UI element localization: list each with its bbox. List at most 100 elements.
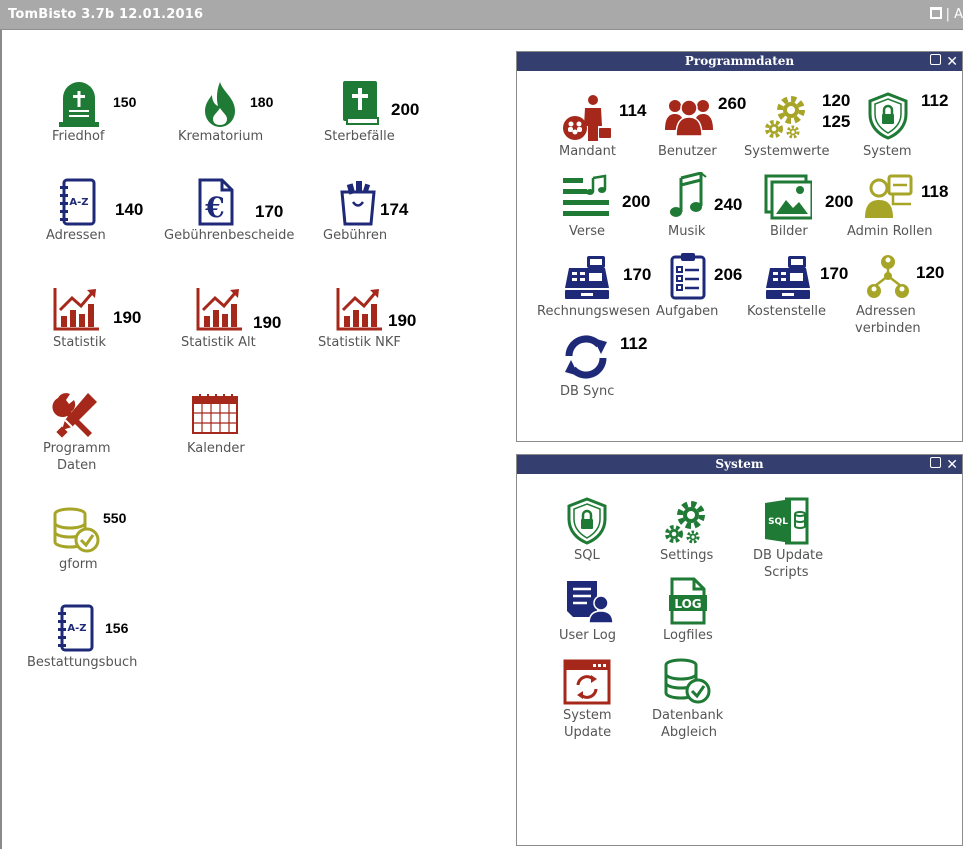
close-icon[interactable]: ✕: [946, 54, 958, 70]
sql-database-icon: SQL: [765, 497, 809, 545]
tile-kalender[interactable]: Kalender: [180, 390, 260, 460]
titlebar-right: | A: [926, 7, 963, 22]
tile-label: Gebührenbescheide: [164, 228, 295, 243]
tile-system-update[interactable]: System Update: [553, 657, 633, 743]
tile-db-update-scripts[interactable]: SQL DB Update Scripts: [749, 497, 849, 583]
panel-header: Programmdaten ✕: [517, 52, 962, 71]
shield-lock-icon: [567, 497, 607, 545]
panel-title: Programmdaten: [684, 54, 795, 68]
tile-number: 170: [623, 265, 652, 284]
bar-chart-icon: [336, 288, 382, 331]
tile-number: 120: [822, 91, 851, 110]
tile-label: Bestattungsbuch: [27, 655, 138, 670]
sql-icon-text: SQL: [768, 517, 788, 527]
panel-window-buttons: ✕: [930, 53, 958, 70]
tile-number: 112: [921, 91, 949, 110]
bar-chart-icon: [196, 288, 242, 331]
gears-icon: [765, 96, 805, 139]
tile-number: 200: [391, 100, 420, 119]
address-book-icon: A-Z: [58, 604, 94, 652]
panel-title: System: [715, 457, 764, 471]
tile-label: Statistik NKF: [318, 335, 401, 350]
maximize-icon[interactable]: [930, 54, 942, 65]
tile-label: Settings: [660, 548, 714, 563]
tile-label: User Log: [559, 628, 616, 643]
tile-adressen[interactable]: A-Z 140 Adressen: [40, 176, 150, 246]
tile-number: 150: [113, 94, 137, 110]
tile-label-line1: System: [563, 708, 612, 723]
tile-label: Rechnungswesen: [537, 304, 651, 319]
tile-label: Systemwerte: [744, 144, 830, 159]
maximize-icon[interactable]: [930, 457, 942, 468]
tile-admin-rollen[interactable]: 118 Admin Rollen: [847, 172, 963, 242]
tile-statistik[interactable]: 190 Statistik: [40, 284, 150, 354]
calendar-icon[interactable]: [929, 7, 942, 19]
tile-label: gform: [59, 557, 98, 572]
tile-label: Admin Rollen: [847, 224, 933, 239]
tile-mandant[interactable]: 114 Mandant: [547, 92, 657, 162]
window-titlebar: TomBisto 3.7b 12.01.2016 | A: [0, 0, 963, 30]
tile-label: Benutzer: [658, 144, 717, 159]
tile-number: 114: [619, 101, 647, 120]
tile-programm-daten[interactable]: Programm Daten: [40, 390, 120, 474]
svg-text:A-Z: A-Z: [67, 623, 86, 634]
tile-musik[interactable]: 240 Musik: [657, 172, 757, 242]
tile-db-sync[interactable]: 112 DB Sync: [553, 332, 663, 402]
tile-verse[interactable]: 200 Verse: [547, 172, 657, 242]
cash-register-icon: [766, 256, 810, 299]
tile-settings[interactable]: Settings: [657, 497, 737, 567]
gears-icon: [665, 501, 705, 544]
left-edge: [0, 30, 2, 849]
tile-label: Statistik Alt: [181, 335, 256, 350]
tile-system[interactable]: 112 System: [857, 91, 957, 162]
tile-number: 112: [620, 334, 648, 353]
tile-label-line1: Adressen: [856, 304, 916, 319]
tile-adressen-verbinden[interactable]: 120 Adressen verbinden: [853, 252, 963, 342]
tile-benutzer[interactable]: 260 Benutzer: [657, 92, 757, 162]
app-title: TomBisto 3.7b 12.01.2016: [8, 7, 204, 22]
tile-label: Musik: [668, 224, 706, 239]
bar-chart-icon: [53, 288, 99, 331]
pictures-icon: [764, 174, 812, 220]
tile-logfiles[interactable]: LOG Logfiles: [657, 577, 737, 647]
tile-label: Statistik: [53, 335, 107, 350]
panel-header: System ✕: [517, 455, 962, 474]
tile-gebuehren[interactable]: 174 Gebühren: [320, 176, 430, 246]
database-check-icon: [664, 658, 711, 704]
shield-lock-icon: [868, 92, 908, 140]
tile-gform[interactable]: 550 gform: [40, 506, 140, 576]
tile-user-log[interactable]: User Log: [553, 577, 633, 647]
tile-label: Kostenstelle: [747, 304, 827, 319]
close-icon[interactable]: ✕: [946, 457, 958, 473]
tile-bestattungsbuch[interactable]: A-Z 156 Bestattungsbuch: [26, 604, 156, 674]
tile-label: Krematorium: [178, 129, 264, 144]
log-icon-text: LOG: [674, 597, 701, 611]
tile-rechnungswesen[interactable]: 170 Rechnungswesen: [537, 252, 667, 322]
users-icon: [665, 99, 713, 137]
calendar-icon: [192, 394, 238, 434]
tile-statistik-nkf[interactable]: 190 Statistik NKF: [315, 284, 425, 354]
tile-number: 120: [916, 263, 945, 282]
tile-sterbefaelle[interactable]: 200 Sterbefälle: [320, 78, 430, 148]
tile-label-line1: DB Update: [753, 548, 824, 563]
tile-gebuehrenbescheide[interactable]: € 170 Gebührenbescheide: [160, 176, 300, 246]
tile-label: Logfiles: [663, 628, 713, 643]
tile-label-line1: Datenbank: [652, 708, 724, 723]
tile-kostenstelle[interactable]: 170 Kostenstelle: [745, 252, 865, 322]
log-file-icon: LOG: [669, 577, 707, 625]
gravestone-icon: [59, 82, 99, 127]
panel-system: System ✕ SQL Settings SQL DB Update Scri…: [516, 454, 963, 846]
businessman-icon: [563, 95, 611, 141]
tile-number: 118: [921, 182, 949, 201]
tile-systemwerte[interactable]: 120 125 Systemwerte: [743, 91, 863, 162]
tile-aufgaben[interactable]: 206 Aufgaben: [655, 252, 755, 322]
tile-sql[interactable]: SQL: [553, 497, 623, 567]
tile-number: 240: [714, 195, 743, 214]
tile-datenbank-abgleich[interactable]: Datenbank Abgleich: [647, 657, 747, 743]
tile-friedhof[interactable]: 150 Friedhof: [40, 78, 136, 148]
tile-krematorium[interactable]: 180 Krematorium: [175, 78, 285, 148]
tile-statistik-alt[interactable]: 190 Statistik Alt: [175, 284, 285, 354]
clipboard-checklist-icon: [670, 253, 706, 300]
tile-number: 170: [255, 202, 284, 221]
tile-label: Sterbefälle: [324, 129, 395, 144]
